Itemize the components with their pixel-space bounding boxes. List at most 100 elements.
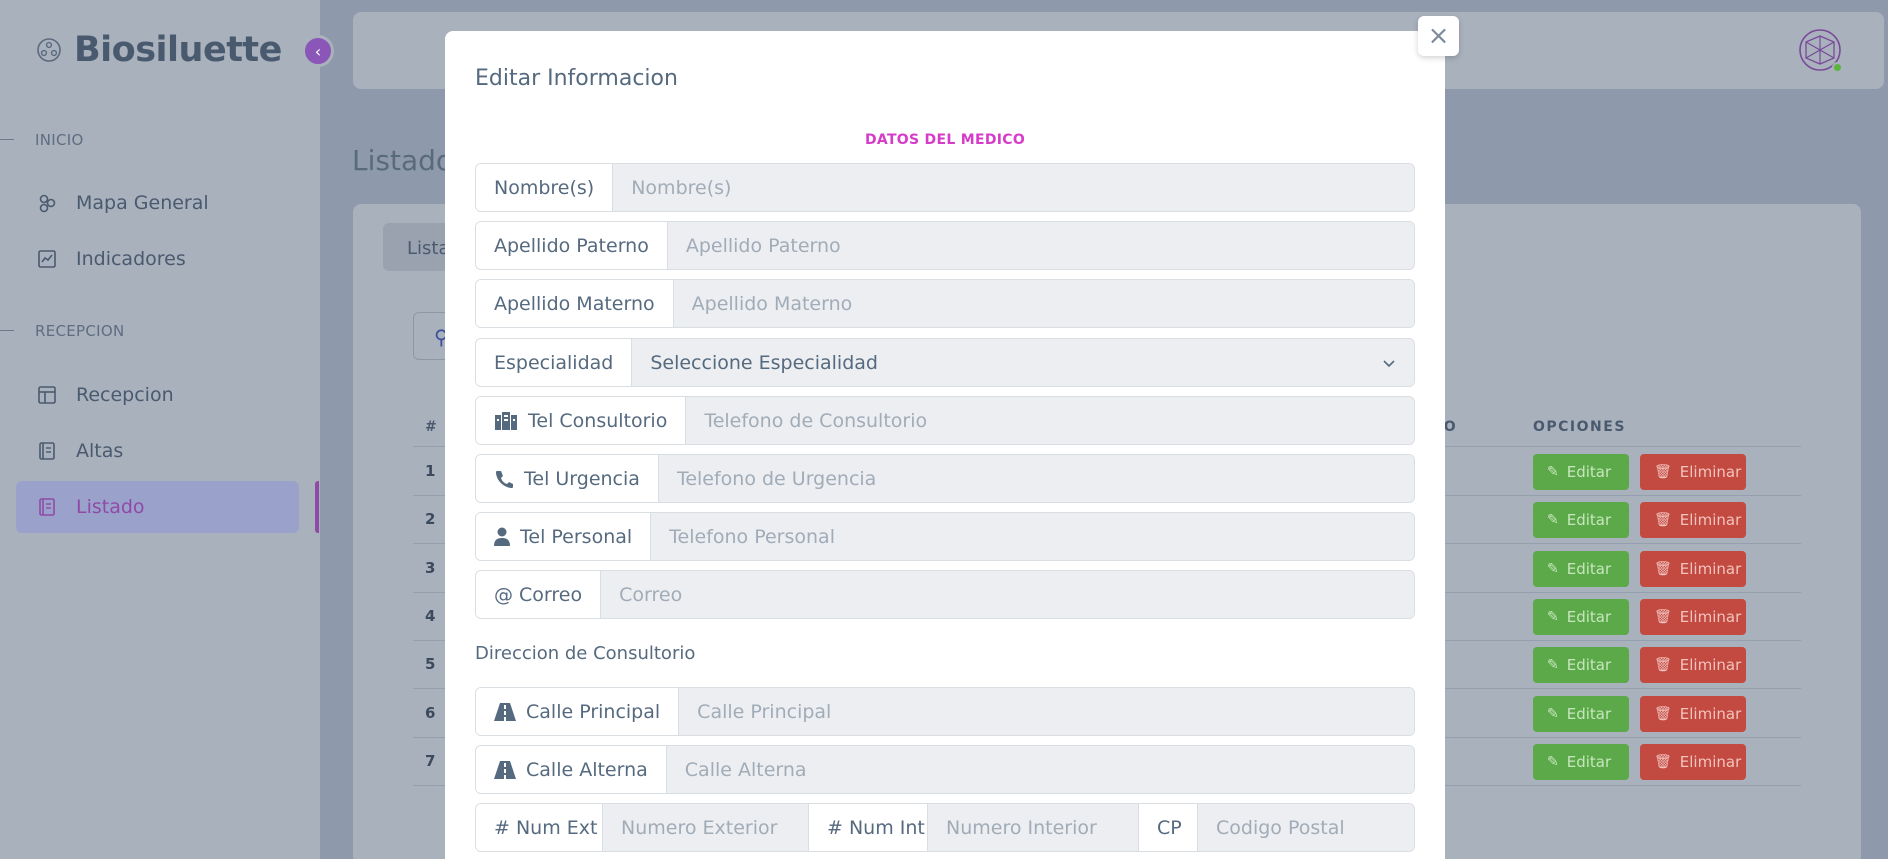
modal-title: Editar Informacion	[475, 66, 678, 91]
calle-principal-label: Calle Principal	[526, 700, 661, 723]
calle-principal-group: Calle Principal	[475, 687, 1415, 736]
table-row-number: 6	[425, 704, 436, 722]
delete-button[interactable]: 🗑 Eliminar	[1640, 551, 1746, 587]
num-int-field[interactable]	[928, 804, 1138, 851]
table-row-number: 5	[425, 655, 436, 673]
menu-header-recepcion: RECEPCION	[0, 322, 125, 340]
phone-icon	[494, 469, 514, 489]
delete-button[interactable]: 🗑 Eliminar	[1640, 502, 1746, 538]
road-icon	[494, 760, 516, 779]
tel-urgencia-field[interactable]	[658, 455, 1414, 502]
cp-field[interactable]	[1198, 804, 1414, 851]
apellido-materno-group: Apellido Materno	[475, 279, 1415, 328]
active-indicator	[315, 481, 319, 533]
edit-button[interactable]: ✎ Editar	[1533, 744, 1629, 780]
sidebar-item-recepcion[interactable]: Recepcion	[16, 369, 299, 421]
trash-icon: 🗑	[1654, 657, 1672, 673]
trash-icon: 🗑	[1654, 754, 1672, 770]
apellido-paterno-field[interactable]	[667, 222, 1414, 269]
table-row-number: 4	[425, 607, 436, 625]
especialidad-select[interactable]: Seleccione Especialidad	[632, 339, 1414, 386]
trash-icon: 🗑	[1654, 609, 1672, 625]
correo-label: @ Correo	[476, 571, 602, 618]
table-row-number: 7	[425, 752, 436, 770]
list-book-icon	[36, 496, 58, 518]
brand-logo-icon	[37, 38, 61, 62]
layout-icon	[36, 384, 58, 406]
edit-button[interactable]: ✎ Editar	[1533, 454, 1629, 490]
edit-button[interactable]: ✎ Editar	[1533, 502, 1629, 538]
chart-icon	[36, 248, 58, 270]
tel-urgencia-label: Tel Urgencia	[524, 467, 640, 490]
edit-label: Editar	[1566, 560, 1612, 578]
calle-principal-label-box: Calle Principal	[476, 688, 680, 735]
brand[interactable]: Biosiluette	[36, 30, 282, 70]
especialidad-value: Seleccione Especialidad	[650, 351, 878, 374]
address-section-title: Direccion de Consultorio	[475, 643, 696, 664]
building-icon	[494, 411, 518, 431]
apellido-paterno-group: Apellido Paterno	[475, 221, 1415, 270]
edit-label: Editar	[1566, 656, 1612, 674]
delete-label: Eliminar	[1679, 511, 1742, 529]
nodes-icon	[36, 192, 58, 214]
delete-button[interactable]: 🗑 Eliminar	[1640, 599, 1746, 635]
brand-name: Biosiluette	[74, 30, 282, 70]
edit-button[interactable]: ✎ Editar	[1533, 696, 1629, 732]
edit-label: Editar	[1566, 608, 1612, 626]
cp-label: CP	[1138, 804, 1198, 851]
nombre-field[interactable]	[613, 164, 1414, 211]
avatar[interactable]	[1798, 28, 1843, 73]
chevron-left-icon: ‹	[314, 41, 322, 61]
chevron-down-icon	[1383, 359, 1395, 367]
trash-icon: 🗑	[1654, 706, 1672, 722]
trash-icon: 🗑	[1654, 512, 1672, 528]
close-icon: ×	[1427, 21, 1450, 51]
delete-button[interactable]: 🗑 Eliminar	[1640, 647, 1746, 683]
menu-header-inicio: INICIO	[0, 131, 84, 149]
delete-button[interactable]: 🗑 Eliminar	[1640, 696, 1746, 732]
tel-consultorio-group: Tel Consultorio	[475, 396, 1415, 445]
pencil-icon: ✎	[1547, 512, 1559, 528]
edit-label: Editar	[1566, 705, 1612, 723]
edit-button[interactable]: ✎ Editar	[1533, 599, 1629, 635]
edit-button[interactable]: ✎ Editar	[1533, 551, 1629, 587]
sidebar-item-listado[interactable]: Listado	[16, 481, 299, 533]
online-status-dot	[1832, 62, 1843, 73]
calle-principal-field[interactable]	[679, 688, 1414, 735]
close-button[interactable]: ×	[1418, 16, 1459, 56]
tel-personal-label-box: Tel Personal	[476, 513, 652, 560]
trash-icon: 🗑	[1654, 561, 1672, 577]
calle-alterna-label-box: Calle Alterna	[476, 746, 667, 793]
pencil-icon: ✎	[1547, 754, 1559, 770]
tel-consultorio-field[interactable]	[686, 397, 1414, 444]
road-icon	[494, 702, 516, 721]
delete-button[interactable]: 🗑 Eliminar	[1640, 454, 1746, 490]
num-int-label: # Num Int	[808, 804, 928, 851]
trash-icon: 🗑	[1654, 464, 1672, 480]
edit-label: Editar	[1566, 753, 1612, 771]
numero-cp-group: # Num Ext # Num Int CP	[475, 803, 1415, 852]
table-header-num: #	[425, 419, 439, 435]
sidebar-item-mapa-general[interactable]: Mapa General	[16, 177, 299, 229]
sidebar-item-label: Mapa General	[76, 192, 209, 214]
tel-personal-group: Tel Personal	[475, 512, 1415, 561]
apellido-paterno-label: Apellido Paterno	[476, 222, 668, 269]
sidebar-item-indicadores[interactable]: Indicadores	[16, 233, 299, 285]
num-ext-field[interactable]	[603, 804, 808, 851]
delete-label: Eliminar	[1679, 656, 1742, 674]
delete-button[interactable]: 🗑 Eliminar	[1640, 744, 1746, 780]
collapse-sidebar-button[interactable]: ‹	[302, 35, 334, 67]
edit-label: Editar	[1566, 463, 1612, 481]
tel-urgencia-group: Tel Urgencia	[475, 454, 1415, 503]
tel-urgencia-label-box: Tel Urgencia	[476, 455, 659, 502]
apellido-materno-field[interactable]	[673, 280, 1414, 327]
sidebar-item-altas[interactable]: Altas	[16, 425, 299, 477]
edit-button[interactable]: ✎ Editar	[1533, 647, 1629, 683]
delete-label: Eliminar	[1679, 705, 1742, 723]
calle-alterna-field[interactable]	[666, 746, 1414, 793]
calle-alterna-group: Calle Alterna	[475, 745, 1415, 794]
table-header-opciones: OPCIONES	[1533, 419, 1626, 435]
correo-field[interactable]	[601, 571, 1414, 618]
tel-personal-field[interactable]	[651, 513, 1414, 560]
calle-alterna-label: Calle Alterna	[526, 758, 648, 781]
